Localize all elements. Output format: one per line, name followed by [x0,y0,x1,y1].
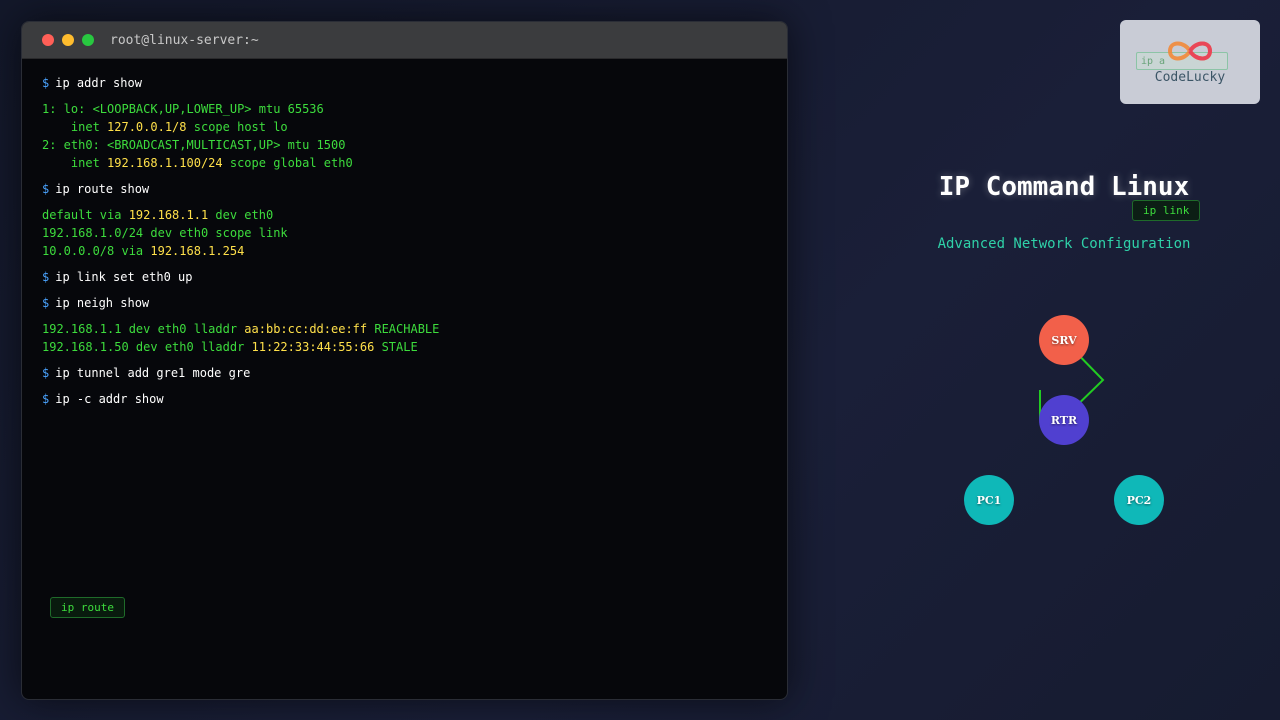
brand-name: CodeLucky [1154,70,1226,85]
output-text: 192.168.1.1 dev eth0 lladdr [42,322,245,336]
ip-address: 127.0.0.1/8 [107,120,187,134]
prompt-symbol: $ [42,76,50,90]
close-window-button[interactable] [42,34,54,46]
output-text: inet [42,120,108,134]
output-text: scope global eth0 [222,156,353,170]
neighbor-state: STALE [374,340,418,354]
minimize-window-button[interactable] [62,34,74,46]
output-line: inet 127.0.0.1/8 scope host lo [42,118,777,136]
command-text: ip -c addr show [55,392,164,406]
command-text: ip neigh show [55,296,150,310]
node-pc1[interactable]: PC1 [964,475,1014,525]
node-srv[interactable]: SRV [1039,315,1089,365]
command-output: 1: lo: <LOOPBACK,UP,LOWER_UP> mtu 65536 … [42,100,777,172]
output-line: default via 192.168.1.1 dev eth0 [42,206,777,224]
ip-address: 192.168.1.100/24 [107,156,223,170]
command-line: $ ip route show [42,180,777,198]
command-text: ip addr show [55,76,142,90]
floating-command-chip: ip route [50,597,125,618]
command-line: $ ip -c addr show [42,390,777,408]
output-line: 10.0.0.0/8 via 192.168.1.254 [42,242,777,260]
output-text: dev eth0 [208,208,274,222]
output-line: 192.168.1.1 dev eth0 lladdr aa:bb:cc:dd:… [42,320,777,338]
command-text: ip tunnel add gre1 mode gre [55,366,251,380]
prompt-symbol: $ [42,296,50,310]
page-subtitle: Advanced Network Configuration [937,236,1191,252]
command-line: $ ip addr show [42,74,777,92]
brand-logo-card[interactable]: ip a CodeLucky [1120,20,1260,104]
node-rtr[interactable]: RTR [1039,395,1089,445]
output-text: 192.168.1.50 dev eth0 lladdr [42,340,252,354]
prompt-symbol: $ [42,182,50,196]
output-line: inet 192.168.1.100/24 scope global eth0 [42,154,777,172]
page-title: IP Command Linux [938,172,1190,202]
node-pc2[interactable]: PC2 [1114,475,1164,525]
ip-address: 192.168.1.1 [128,208,209,222]
command-output: 192.168.1.1 dev eth0 lladdr aa:bb:cc:dd:… [42,320,777,356]
floating-command-chip: ip link [1132,200,1201,221]
terminal-output[interactable]: $ ip addr show 1: lo: <LOOPBACK,UP,LOWER_… [42,74,777,416]
command-output: default via 192.168.1.1 dev eth0 192.168… [42,206,777,260]
terminal-window[interactable]: root@linux-server:~ $ ip addr show 1: lo:… [21,21,788,700]
command-line: $ ip neigh show [42,294,777,312]
command-line: $ ip tunnel add gre1 mode gre [42,364,777,382]
page: root@linux-server:~ $ ip addr show 1: lo:… [0,0,1280,720]
mac-address: 11:22:33:44:55:66 [251,340,375,354]
output-text: inet [42,156,108,170]
prompt-symbol: $ [42,270,50,284]
output-line: 192.168.1.50 dev eth0 lladdr 11:22:33:44… [42,338,777,356]
output-line: 192.168.1.0/24 dev eth0 scope link [42,226,288,240]
output-text: 10.0.0.0/8 via [42,244,151,258]
terminal-titlebar[interactable]: root@linux-server:~ [22,22,787,59]
infinity-logo-icon [1167,41,1213,61]
command-text: ip link set eth0 up [55,270,193,284]
command-text: ip route show [55,182,150,196]
prompt-symbol: $ [42,392,50,406]
neighbor-state: REACHABLE [367,322,440,336]
output-text: scope host lo [186,120,288,134]
maximize-window-button[interactable] [82,34,94,46]
output-line: 1: lo: <LOOPBACK,UP,LOWER_UP> mtu 65536 [42,102,324,116]
command-line: $ ip link set eth0 up [42,268,777,286]
mac-address: aa:bb:cc:dd:ee:ff [244,322,368,336]
output-line: 2: eth0: <BROADCAST,MULTICAST,UP> mtu 15… [42,138,346,152]
ip-address: 192.168.1.254 [150,244,245,258]
prompt-symbol: $ [42,366,50,380]
terminal-title: root@linux-server:~ [110,32,259,48]
output-text: default via [42,208,129,222]
